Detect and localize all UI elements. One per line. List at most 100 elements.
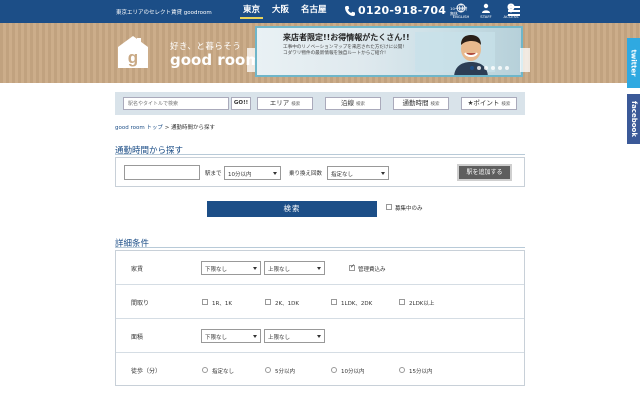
area-max-select[interactable]: 上限なし xyxy=(264,329,325,343)
site-tagline: 東京エリアのセレクト賃貸 goodroom xyxy=(116,10,212,16)
layout-checkbox-2k[interactable] xyxy=(265,299,271,305)
phone-number: 0120-918-704 xyxy=(358,4,447,17)
english-link[interactable]: ENGLISH xyxy=(452,3,470,19)
management-fee-checkbox[interactable] xyxy=(349,263,355,271)
walk-radio-any[interactable] xyxy=(202,367,208,373)
banner-title: 来店者限定!!お得情報がたくさん!! xyxy=(283,33,410,42)
section-divider xyxy=(115,154,525,155)
layout-checkbox-1ldk[interactable] xyxy=(331,299,337,305)
commute-search-label: 通勤時間 xyxy=(402,99,429,107)
svg-text:g: g xyxy=(128,48,138,67)
management-fee-label: 管理費込み xyxy=(358,267,386,273)
area-min-select[interactable]: 下限なし xyxy=(201,329,261,343)
until-station-label: 駅まで xyxy=(205,171,222,177)
english-label: ENGLISH xyxy=(452,14,470,19)
commute-route-row: 駅まで 10分以内 乗り換え回数 指定なし 駅を追加する xyxy=(115,157,525,187)
rent-row: 家賃 下限なし 上限なし 管理費込み xyxy=(116,251,524,285)
area-search-button[interactable]: エリア 検索 xyxy=(257,97,313,110)
banner-pagination xyxy=(470,66,509,70)
goodroom-logo-icon[interactable]: g xyxy=(117,35,149,69)
layout-checkbox-2ldk[interactable] xyxy=(399,299,405,305)
line-search-label: 沿線 xyxy=(341,99,354,107)
chevron-down-icon xyxy=(273,172,277,175)
breadcrumb: good room トップ > 通勤時間から探す xyxy=(115,123,215,131)
floor-area-row: 面積 下限なし 上限なし xyxy=(116,319,524,353)
person-icon xyxy=(482,3,490,13)
time-select[interactable]: 10分以内 xyxy=(224,166,281,180)
breadcrumb-separator: > xyxy=(164,125,170,131)
slide-dot[interactable] xyxy=(505,66,509,70)
staff-label: STAFF xyxy=(480,14,492,19)
walk-option-10: 10分以内 xyxy=(341,369,365,375)
area-max-value: 上限なし xyxy=(268,335,291,341)
walk-time-row: 徒歩（分） 指定なし 5分以内 10分以内 15分以内 xyxy=(116,353,524,387)
detail-conditions-table: 家賃 下限なし 上限なし 管理費込み 間取り 1R、1K 2K、1DK 1LDK… xyxy=(115,250,525,386)
layout-row: 間取り 1R、1K 2K、1DK 1LDK、2DK 2LDK以上 xyxy=(116,285,524,319)
staff-link[interactable]: STAFF xyxy=(477,3,495,19)
slide-dot[interactable] xyxy=(484,66,488,70)
chevron-down-icon xyxy=(253,335,257,338)
city-tab-tokyo[interactable]: 東京 xyxy=(240,3,264,19)
rent-max-value: 上限なし xyxy=(268,267,291,273)
facebook-label: facebook xyxy=(629,101,638,137)
walk-option-15: 15分以内 xyxy=(409,369,433,375)
walk-radio-15[interactable] xyxy=(399,367,405,373)
area-min-value: 下限なし xyxy=(205,335,228,341)
layout-option-2k: 2K、1DK xyxy=(275,301,299,307)
vacancy-only-label: 募集中のみ xyxy=(395,206,423,212)
floor-area-label: 面積 xyxy=(131,334,144,341)
breadcrumb-current: 通勤時間から探す xyxy=(171,125,216,131)
hamburger-menu-icon[interactable] xyxy=(508,6,520,16)
line-search-sub: 検索 xyxy=(356,102,365,107)
city-tab-nagoya[interactable]: 名古屋 xyxy=(298,3,330,19)
walk-radio-5[interactable] xyxy=(265,367,271,373)
go-button[interactable]: GO!! xyxy=(231,97,251,110)
banner-next-arrow[interactable] xyxy=(520,48,530,72)
line-search-button[interactable]: 沿線 検索 xyxy=(325,97,381,110)
city-tab-osaka[interactable]: 大阪 xyxy=(269,3,292,19)
chevron-down-icon xyxy=(253,267,257,270)
twitter-label: twitter xyxy=(629,49,638,77)
rent-min-value: 下限なし xyxy=(205,267,228,273)
walk-option-5: 5分以内 xyxy=(275,369,295,375)
section-divider xyxy=(115,247,525,248)
city-switcher: 東京 大阪 名古屋 xyxy=(240,3,330,19)
layout-checkbox-1r[interactable] xyxy=(202,299,208,305)
commute-search-button[interactable]: 通勤時間 検索 xyxy=(393,97,449,110)
chevron-down-icon xyxy=(317,267,321,270)
search-button[interactable]: 検索 xyxy=(207,201,377,217)
vacancy-only-checkbox[interactable] xyxy=(386,204,392,210)
hero-area: g 好き、と暮らそう good room 来店者限定!!お得情報がたくさん!! … xyxy=(0,23,640,83)
breadcrumb-home-link[interactable]: good room トップ xyxy=(115,125,163,131)
slide-dot[interactable] xyxy=(477,66,481,70)
transfer-select-value: 指定なし xyxy=(331,172,354,178)
layout-label: 間取り xyxy=(131,300,150,307)
station-input[interactable] xyxy=(124,165,200,180)
layout-option-1ldk: 1LDK、2DK xyxy=(341,301,373,307)
rent-min-select[interactable]: 下限なし xyxy=(201,261,261,275)
walk-time-label: 徒歩（分） xyxy=(131,368,162,375)
keyword-search-input[interactable] xyxy=(123,97,229,110)
slide-dot[interactable] xyxy=(470,66,474,70)
rent-max-select[interactable]: 上限なし xyxy=(264,261,325,275)
point-search-sub: 検索 xyxy=(501,102,511,107)
slide-dot[interactable] xyxy=(491,66,495,70)
staff-photo xyxy=(454,35,488,75)
phone-icon xyxy=(345,5,355,16)
layout-option-2ldk: 2LDK以上 xyxy=(409,301,435,307)
walk-option-any: 指定なし xyxy=(212,369,235,375)
quick-search-bar: GO!! エリア検索 沿線検索 通勤時間検索 ★ポイント検索 xyxy=(115,92,525,115)
facebook-share-tab[interactable]: facebook xyxy=(627,94,640,144)
point-search-button[interactable]: ★ポイント 検索 xyxy=(461,97,517,110)
top-header-bar: 東京エリアのセレクト賃貸 goodroom 東京 大阪 名古屋 0120-918… xyxy=(0,0,640,23)
area-search-sub: 検索 xyxy=(291,102,301,107)
twitter-share-tab[interactable]: twitter xyxy=(627,38,640,88)
walk-radio-10[interactable] xyxy=(331,367,337,373)
commute-search-sub: 検索 xyxy=(430,102,440,107)
slide-dot[interactable] xyxy=(498,66,502,70)
globe-icon xyxy=(456,3,466,13)
layout-option-1r: 1R、1K xyxy=(212,301,232,307)
add-station-button[interactable]: 駅を追加する xyxy=(457,164,512,181)
time-select-value: 10分以内 xyxy=(228,172,252,178)
transfer-select[interactable]: 指定なし xyxy=(327,166,389,180)
